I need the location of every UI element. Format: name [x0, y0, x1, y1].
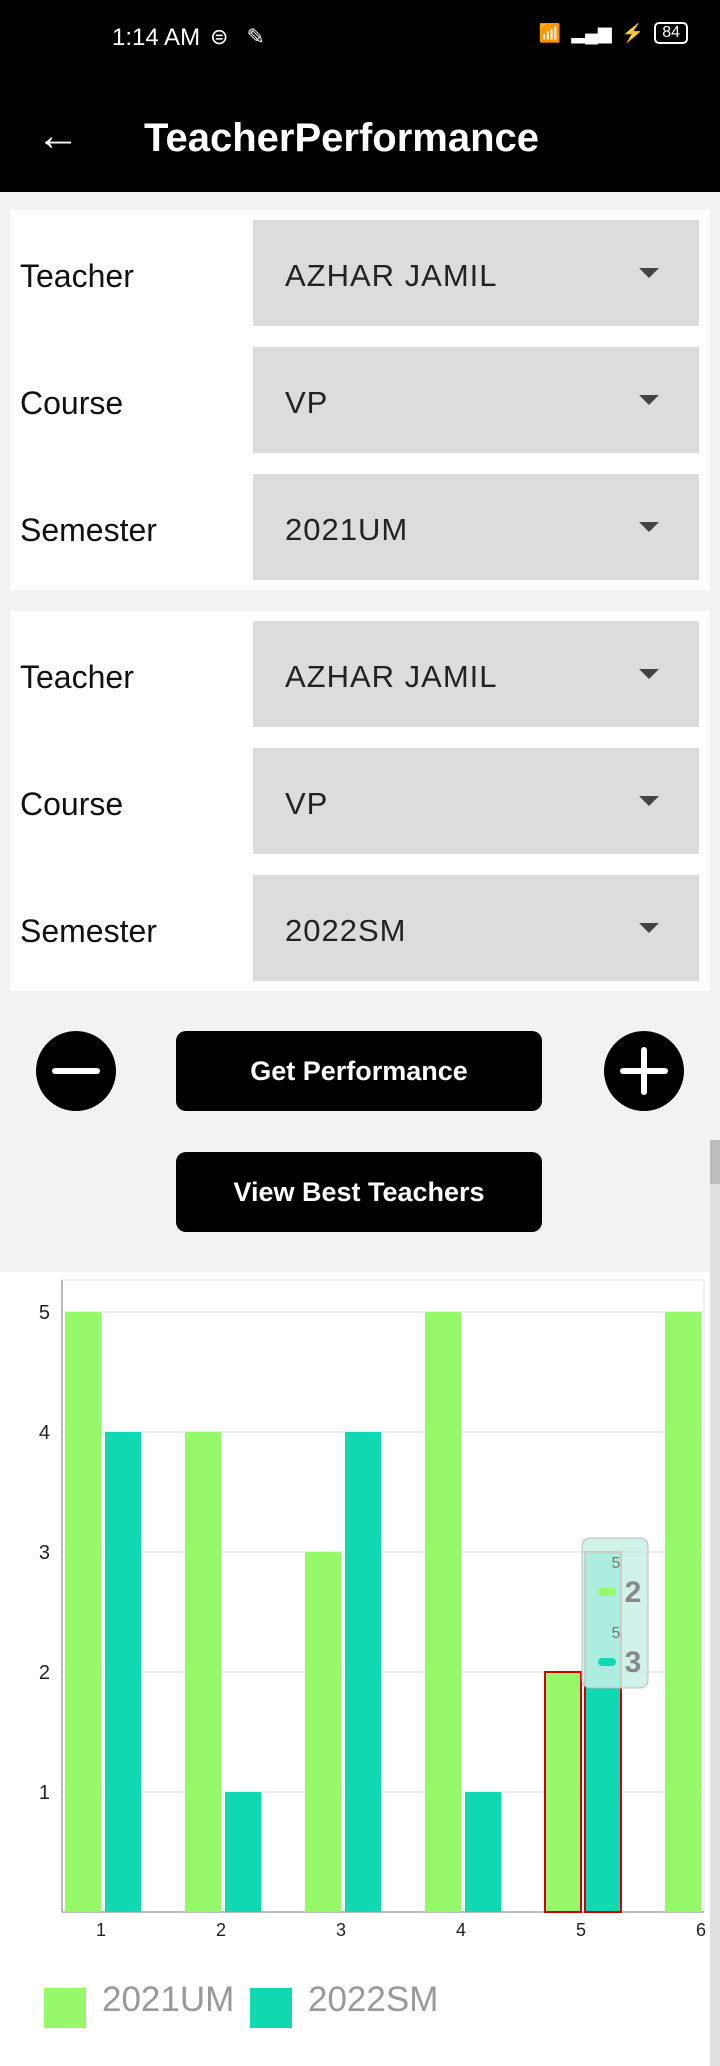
teacher-label: Teacher [20, 659, 134, 695]
bar-2022SM-3 [345, 1432, 381, 1912]
status-bar: 1:14 AM ⊜ ✎ 📶 ▂▄▆ ⚡ 84 [0, 0, 720, 80]
bar-2021UM-6 [665, 1312, 701, 1912]
comparison-card-1: Teacher AZHAR JAMIL Course VP Semester 2… [10, 210, 710, 590]
bar-2021UM-1 [65, 1312, 101, 1912]
remove-comparison-button[interactable] [36, 1031, 116, 1111]
x-tick-label: 4 [456, 1920, 466, 1940]
legend-label-2021UM: 2021UM [102, 1980, 235, 2019]
legend-label-2022SM: 2022SM [308, 1980, 439, 2019]
signal-icon: ▂▄▆ [571, 22, 612, 43]
semester-row: Semester 2021UM [10, 474, 710, 580]
tooltip-swatch [598, 1658, 616, 1666]
dropdown-arrow-icon [639, 923, 659, 933]
scrollbar-track[interactable] [710, 1140, 720, 2066]
bar-2022SM-2 [225, 1792, 261, 1912]
y-tick-label: 5 [39, 1302, 50, 1324]
course-row: Course VP [10, 347, 710, 453]
back-arrow-icon[interactable]: ← [36, 106, 80, 166]
dropdown-arrow-icon [639, 669, 659, 679]
comparison-card-2: Teacher AZHAR JAMIL Course VP Semester 2… [10, 611, 710, 991]
course-label: Course [20, 385, 124, 421]
app-bar: ← TeacherPerformance [0, 80, 720, 192]
x-tick-label: 1 [96, 1920, 106, 1940]
legend-swatch-2021UM [44, 1988, 86, 2028]
semester-value: 2021UM [285, 512, 409, 547]
x-tick-label: 5 [576, 1920, 586, 1940]
teacher-value: AZHAR JAMIL [285, 258, 498, 293]
teacher-row: Teacher AZHAR JAMIL [10, 621, 710, 727]
semester-label: Semester [20, 913, 157, 949]
course-row: Course VP [10, 748, 710, 854]
y-tick-label: 1 [39, 1782, 50, 1804]
dropdown-arrow-icon [639, 268, 659, 278]
view-best-teachers-button[interactable]: View Best Teachers [176, 1152, 542, 1232]
wifi-icon: 📶 [538, 22, 562, 43]
course-dropdown[interactable]: VP [253, 748, 699, 854]
semester-dropdown[interactable]: 2021UM [253, 474, 699, 580]
teacher-dropdown[interactable]: AZHAR JAMIL [253, 621, 699, 727]
x-tick-label: 6 [696, 1920, 706, 1940]
dropdown-arrow-icon [639, 395, 659, 405]
add-comparison-button[interactable] [604, 1031, 684, 1111]
bar-2021UM-5 [544, 1671, 582, 1913]
semester-value: 2022SM [285, 913, 407, 948]
page-title: TeacherPerformance [144, 116, 539, 160]
get-performance-button[interactable]: Get Performance [176, 1031, 542, 1111]
y-tick-label: 3 [39, 1542, 50, 1564]
bar-2021UM-2 [185, 1432, 221, 1912]
bar-2022SM-1 [105, 1432, 141, 1912]
bar-2022SM-4 [465, 1792, 501, 1912]
teacher-label: Teacher [20, 258, 134, 294]
teacher-dropdown[interactable]: AZHAR JAMIL [253, 220, 699, 326]
x-tick-label: 2 [216, 1920, 226, 1940]
bar-2021UM-3 [305, 1552, 341, 1912]
y-tick-label: 2 [39, 1662, 50, 1684]
bar-2021UM-4 [425, 1312, 461, 1912]
legend-swatch-2022SM [250, 1988, 292, 2028]
course-value: VP [285, 385, 329, 420]
notification-icons: ⊜ ✎ [210, 24, 271, 49]
minus-icon [52, 1068, 100, 1074]
performance-chart-panel: 123451234565253 [0, 1272, 720, 2066]
semester-label: Semester [20, 512, 157, 548]
tooltip-swatch [598, 1588, 616, 1596]
semester-dropdown[interactable]: 2022SM [253, 875, 699, 981]
semester-row: Semester 2022SM [10, 875, 710, 981]
tooltip-value: 2 [625, 1576, 642, 1609]
status-right: 📶 ▂▄▆ ⚡ 84 [539, 22, 688, 44]
tooltip-small: 5 [612, 1625, 621, 1642]
charging-icon: ⚡ [621, 22, 645, 43]
tooltip-small: 5 [612, 1555, 621, 1572]
dropdown-arrow-icon [639, 796, 659, 806]
scrollbar-thumb[interactable] [710, 1140, 720, 1184]
clock: 1:14 AM [112, 24, 201, 51]
course-dropdown[interactable]: VP [253, 347, 699, 453]
teacher-row: Teacher AZHAR JAMIL [10, 220, 710, 326]
dropdown-arrow-icon [639, 522, 659, 532]
course-value: VP [285, 786, 329, 821]
tooltip-value: 3 [625, 1646, 642, 1679]
teacher-value: AZHAR JAMIL [285, 659, 498, 694]
y-tick-label: 4 [39, 1422, 50, 1444]
battery-indicator: 84 [654, 22, 688, 44]
performance-bar-chart: 123451 2 3 4 5 65253 [39, 1279, 706, 1940]
x-tick-label: 3 [336, 1920, 346, 1940]
course-label: Course [20, 786, 124, 822]
